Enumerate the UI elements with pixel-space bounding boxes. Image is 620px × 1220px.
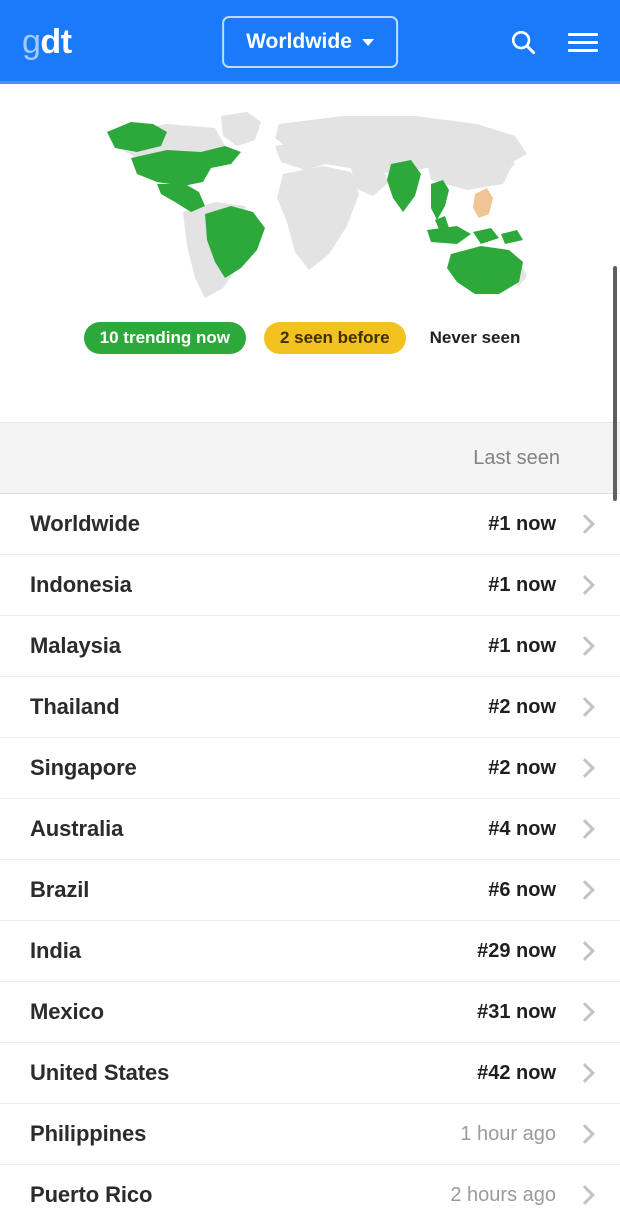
legend-trending-now[interactable]: 10 trending now (83, 322, 246, 354)
menu-button[interactable] (566, 25, 600, 59)
world-map[interactable] (0, 102, 620, 312)
chevron-right-icon (575, 1063, 595, 1083)
logo-letter-g: g (22, 23, 41, 61)
chevron-right-icon (575, 941, 595, 961)
page-scrollbar[interactable] (611, 84, 620, 1220)
country-row[interactable]: Malaysia #1 now (0, 616, 620, 677)
app-logo[interactable]: gdt (22, 25, 72, 59)
chevron-right-icon (575, 758, 595, 778)
column-header-last-seen: Last seen (473, 446, 560, 469)
chevron-right-icon (575, 1185, 595, 1205)
chevron-right-icon (575, 880, 595, 900)
table-header-row: Last seen (0, 422, 620, 494)
country-name: Mexico (30, 999, 104, 1024)
world-map-panel: 10 trending now 2 seen before Never seen (0, 84, 620, 422)
hamburger-menu-icon (568, 32, 598, 52)
country-last-seen-value: #6 now (488, 878, 556, 901)
country-name: Indonesia (30, 572, 132, 597)
country-row[interactable]: Singapore #2 now (0, 738, 620, 799)
country-row[interactable]: Australia #4 now (0, 799, 620, 860)
country-last-seen-value: #42 now (477, 1061, 556, 1084)
country-last-seen-value: 1 hour ago (460, 1122, 556, 1145)
country-row[interactable]: Thailand #2 now (0, 677, 620, 738)
chevron-right-icon (575, 636, 595, 656)
country-row[interactable]: Mexico #31 now (0, 982, 620, 1043)
app-header: gdt Worldwide (0, 0, 620, 84)
legend-seen-before[interactable]: 2 seen before (264, 322, 406, 354)
country-name: United States (30, 1060, 170, 1085)
country-row[interactable]: India #29 now (0, 921, 620, 982)
region-selector-label: Worldwide (246, 30, 352, 53)
search-icon (511, 30, 536, 55)
chevron-down-icon (361, 38, 374, 46)
country-last-seen-value: #1 now (488, 512, 556, 535)
country-row[interactable]: United States #42 now (0, 1043, 620, 1104)
chevron-right-icon (575, 697, 595, 717)
search-button[interactable] (506, 25, 540, 59)
country-name: Worldwide (30, 511, 140, 536)
country-name: Philippines (30, 1121, 147, 1146)
country-row[interactable]: Puerto Rico 2 hours ago (0, 1165, 620, 1220)
country-last-seen-value: #1 now (488, 573, 556, 596)
country-name: Australia (30, 816, 124, 841)
world-map-svg (107, 112, 527, 298)
country-last-seen-value: #29 now (477, 939, 556, 962)
country-name: Brazil (30, 877, 90, 902)
chevron-right-icon (575, 1124, 595, 1144)
country-name: Malaysia (30, 633, 121, 658)
country-last-seen-value: 2 hours ago (450, 1183, 556, 1206)
country-last-seen-value: #2 now (488, 756, 556, 779)
map-legend: 10 trending now 2 seen before Never seen (0, 322, 620, 354)
country-name: Singapore (30, 755, 137, 780)
page-scrollbar-thumb[interactable] (613, 266, 617, 501)
country-name: India (30, 938, 81, 963)
chevron-right-icon (575, 1002, 595, 1022)
region-selector-button[interactable]: Worldwide (222, 16, 398, 68)
country-last-seen-value: #2 now (488, 695, 556, 718)
country-row[interactable]: Indonesia #1 now (0, 555, 620, 616)
country-last-seen-value: #1 now (488, 634, 556, 657)
country-last-seen-value: #31 now (477, 1000, 556, 1023)
country-list: Worldwide #1 now Indonesia #1 now Malaysia #1… (0, 494, 620, 1220)
country-last-seen-value: #4 now (488, 817, 556, 840)
country-row[interactable]: Philippines 1 hour ago (0, 1104, 620, 1165)
logo-letters-dt: dt (40, 23, 72, 61)
country-row[interactable]: Brazil #6 now (0, 860, 620, 921)
legend-never-seen[interactable]: Never seen (424, 322, 537, 354)
chevron-right-icon (575, 514, 595, 534)
country-name: Thailand (30, 694, 120, 719)
country-row[interactable]: Worldwide #1 now (0, 494, 620, 555)
chevron-right-icon (575, 575, 595, 595)
chevron-right-icon (575, 819, 595, 839)
country-name: Puerto Rico (30, 1182, 153, 1207)
header-actions (506, 0, 600, 84)
